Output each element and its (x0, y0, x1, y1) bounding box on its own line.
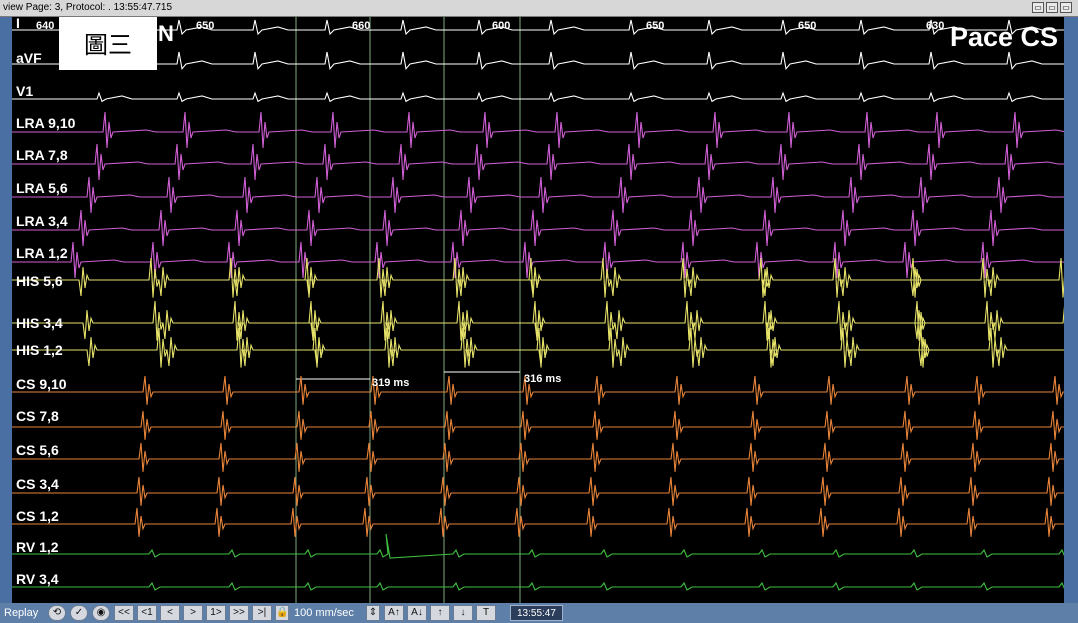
cycle-length-3: 660 (352, 20, 371, 32)
trace-lra-3-4 (12, 209, 1064, 247)
minimize-button[interactable]: ▭ (1032, 2, 1044, 13)
cycle-length-5: 650 (646, 20, 665, 32)
cycle-length-1: 640 (36, 20, 55, 32)
channel-label-cs-7-8: CS 7,8 (16, 408, 59, 424)
review-page-info: view Page: 3, Protocol: . 13:55:47.715 (3, 2, 172, 13)
text-tool-button[interactable]: T (476, 605, 496, 621)
amplitude-down-button[interactable]: A↓ (407, 605, 427, 621)
move-down-button[interactable]: ↓ (453, 605, 473, 621)
first-button[interactable]: << (114, 605, 134, 621)
channel-label-his-3-4: HIS 3,4 (16, 315, 63, 331)
channel-label-cs-3-4: CS 3,4 (16, 476, 59, 492)
trace-rv-1-2 (12, 533, 1064, 559)
trace-lra-1-2 (12, 241, 1064, 279)
cycle-length-4: 600 (492, 20, 511, 32)
channel-label-lra-9-10: LRA 9,10 (16, 115, 76, 131)
left-border (0, 17, 12, 603)
trace-lra-5-6 (12, 176, 1064, 214)
trace-lra-9-10 (12, 111, 1064, 149)
channel-label-avf: aVF (16, 50, 42, 66)
channel-label-rv-1-2: RV 1,2 (16, 539, 59, 555)
measurement-label-2: 316 ms (524, 373, 562, 385)
channel-label-cs-9-10: CS 9,10 (16, 376, 67, 392)
ep-recording-panel[interactable]: IaVF V1 LRA 9,10 LRA 7,8 LRA 5,6 LRA 3,4 LRA 1… (12, 17, 1064, 603)
trace-cs-5-6 (12, 442, 1064, 472)
trace-his-1-2 (12, 327, 1064, 368)
trace-cs-7-8 (12, 410, 1064, 440)
channel-label-i: I (16, 17, 20, 31)
trace-canvas (12, 17, 1064, 603)
replay-toolbar: Replay ⟲ ✓ ◉ << <1 < > 1> >> >| 🔒 100 mm… (0, 603, 1078, 623)
lead-suffix: N (158, 21, 174, 46)
move-up-button[interactable]: ↑ (430, 605, 450, 621)
speed-stepper[interactable]: ⇕ (366, 605, 380, 621)
last-button[interactable]: >> (229, 605, 249, 621)
channel-label-cs-5-6: CS 5,6 (16, 442, 59, 458)
trace-v1 (12, 91, 1064, 103)
cycle-length-7: 630 (926, 20, 945, 32)
eye-circle-icon[interactable]: ◉ (92, 605, 110, 621)
amplitude-up-button[interactable]: A↑ (384, 605, 404, 621)
end-button[interactable]: >| (252, 605, 272, 621)
channel-label-lra-5-6: LRA 5,6 (16, 180, 68, 196)
maximize-button[interactable]: ▭ (1046, 2, 1058, 13)
back-one-button[interactable]: <1 (137, 605, 157, 621)
channel-label-his-5-6: HIS 5,6 (16, 273, 63, 289)
channel-label-lra-1-2: LRA 1,2 (16, 245, 68, 261)
trace-cs-1-2 (12, 507, 1064, 537)
check-circle-icon[interactable]: ✓ (70, 605, 88, 621)
channel-label-rv-3-4: RV 3,4 (16, 571, 59, 587)
trace-lra-7-8 (12, 143, 1064, 181)
trace-avf (12, 51, 1064, 71)
next-button[interactable]: > (183, 605, 203, 621)
previous-button[interactable]: < (160, 605, 180, 621)
close-button[interactable]: ▭ (1060, 2, 1072, 13)
sweep-speed: 100 mm/sec (294, 607, 354, 619)
current-time: 13:55:47 (510, 605, 563, 621)
channel-label-lra-3-4: LRA 3,4 (16, 213, 68, 229)
trace-rv-3-4 (12, 581, 1064, 591)
channel-label-his-1-2: HIS 1,2 (16, 342, 63, 358)
cycle-length-6: 650 (798, 20, 817, 32)
channel-label-cs-1-2: CS 1,2 (16, 508, 59, 524)
measurement-label-1: 319 ms (372, 377, 410, 389)
figure-label: 圖三 (59, 17, 157, 70)
title-bar: view Page: 3, Protocol: . 13:55:47.715 ▭… (0, 0, 1078, 17)
right-scroll-strip[interactable] (1064, 17, 1078, 603)
lock-icon[interactable]: 🔒 (275, 605, 289, 621)
rewind-circle-icon[interactable]: ⟲ (48, 605, 66, 621)
mode-title: Pace CS (950, 22, 1059, 52)
forward-one-button[interactable]: 1> (206, 605, 226, 621)
replay-label: Replay (4, 607, 39, 619)
channel-label-v1: V1 (16, 83, 34, 99)
cycle-length-2: 650 (196, 20, 215, 32)
trace-cs-3-4 (12, 476, 1064, 506)
channel-label-lra-7-8: LRA 7,8 (16, 147, 68, 163)
